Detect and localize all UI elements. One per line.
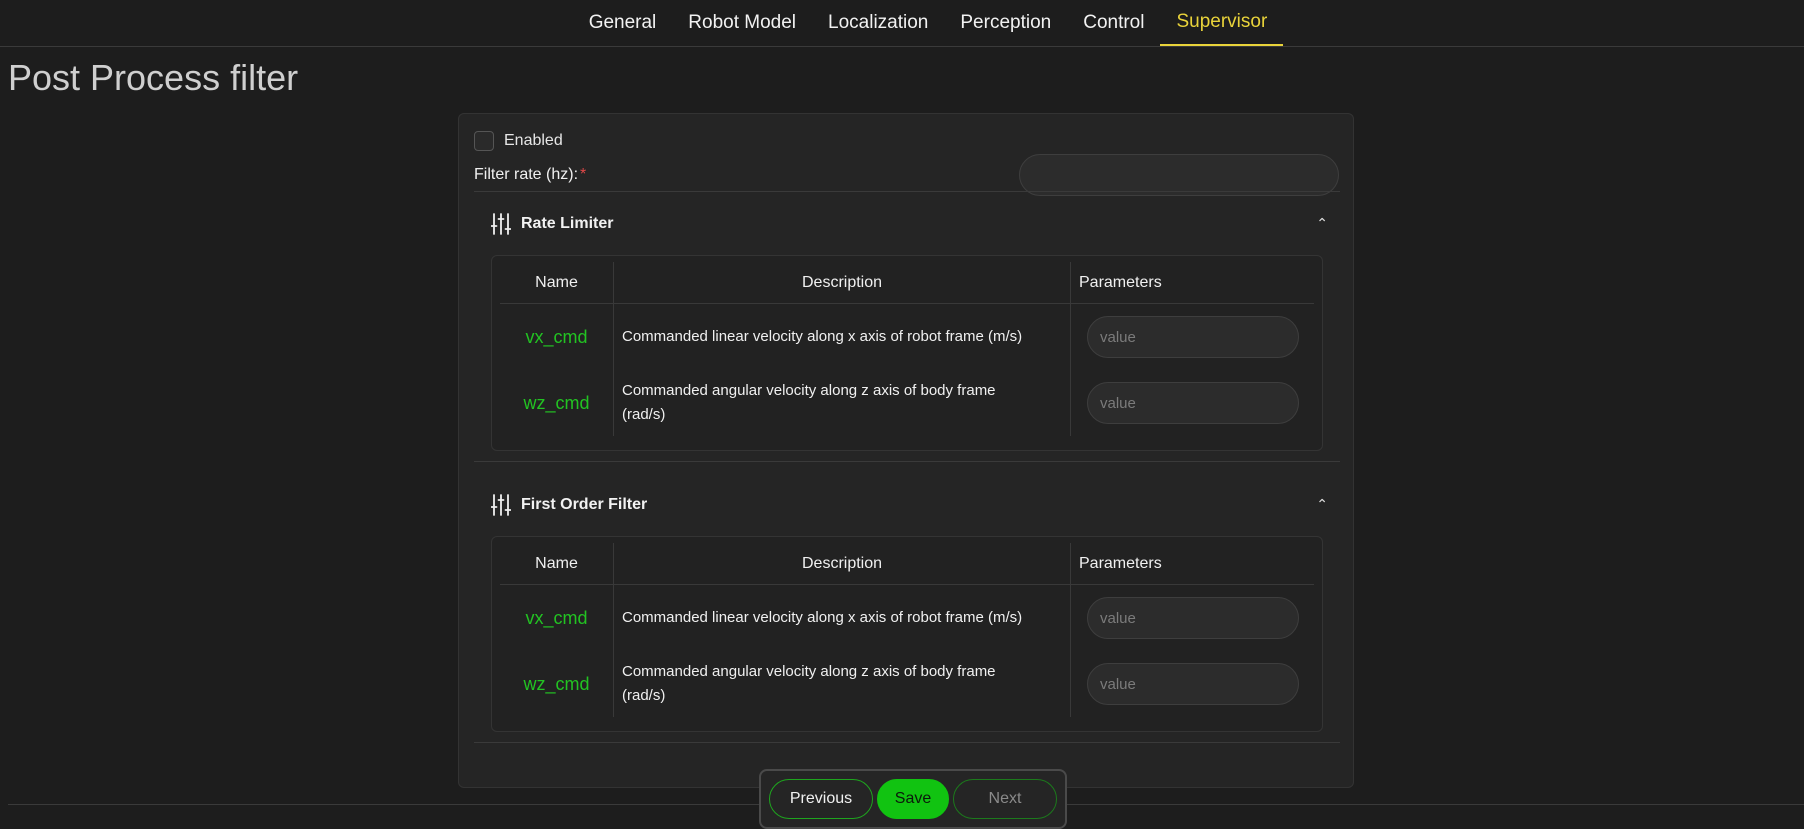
table-header-row: Name Description Parameters — [500, 543, 1314, 585]
next-button[interactable]: Next — [953, 779, 1057, 819]
filter-card: Enabled Filter rate (hz): * Rate Limiter … — [458, 113, 1354, 788]
column-header-description: Description — [614, 543, 1071, 584]
page-title: Post Process filter — [8, 57, 299, 98]
param-value-input[interactable] — [1087, 663, 1299, 705]
tab-robot-model[interactable]: Robot Model — [672, 0, 812, 46]
param-value-input[interactable] — [1087, 316, 1299, 358]
section-first-order-filter: First Order Filter ⌃ Name Description Pa… — [474, 473, 1340, 743]
section-rate-limiter: Rate Limiter ⌃ Name Description Paramete… — [474, 191, 1340, 462]
params-table: Name Description Parameters vx_cmd Comma… — [491, 536, 1323, 732]
table-header-row: Name Description Parameters — [500, 262, 1314, 304]
tab-perception[interactable]: Perception — [944, 0, 1067, 46]
tab-control[interactable]: Control — [1067, 0, 1160, 46]
param-description: Commanded angular velocity along z axis … — [614, 370, 1071, 436]
param-description: Commanded linear velocity along x axis o… — [614, 304, 1071, 370]
section-divider — [474, 742, 1340, 743]
chevron-up-icon[interactable]: ⌃ — [1316, 215, 1328, 232]
column-header-name: Name — [500, 543, 614, 584]
param-description: Commanded linear velocity along x axis o… — [614, 585, 1071, 651]
params-table: Name Description Parameters vx_cmd Comma… — [491, 255, 1323, 451]
table-row: wz_cmd Commanded angular velocity along … — [500, 370, 1314, 436]
sliders-icon — [491, 212, 511, 235]
param-name: vx_cmd — [500, 304, 614, 370]
tab-localization[interactable]: Localization — [812, 0, 944, 46]
table-row: vx_cmd Commanded linear velocity along x… — [500, 304, 1314, 370]
param-name: wz_cmd — [500, 651, 614, 717]
column-header-description: Description — [614, 262, 1071, 303]
param-value-input[interactable] — [1087, 597, 1299, 639]
filter-rate-input[interactable] — [1019, 154, 1339, 196]
save-button[interactable]: Save — [877, 779, 949, 819]
section-title: First Order Filter — [521, 495, 648, 513]
section-title: Rate Limiter — [521, 214, 614, 232]
filter-rate-label: Filter rate (hz): * — [474, 166, 586, 184]
enabled-checkbox-row[interactable]: Enabled — [474, 131, 563, 151]
param-cell — [1071, 304, 1314, 370]
column-header-name: Name — [500, 262, 614, 303]
previous-button[interactable]: Previous — [769, 779, 873, 819]
param-cell — [1071, 370, 1314, 436]
section-divider — [474, 461, 1340, 462]
tab-bar: General Robot Model Localization Percept… — [573, 0, 1284, 46]
param-cell — [1071, 651, 1314, 717]
column-header-parameters: Parameters — [1079, 554, 1162, 572]
section-header-first-order-filter[interactable]: First Order Filter ⌃ — [474, 473, 1340, 536]
required-marker: * — [580, 166, 587, 183]
chevron-up-icon[interactable]: ⌃ — [1316, 496, 1328, 513]
top-navigation: General Robot Model Localization Percept… — [0, 0, 1804, 47]
enabled-label: Enabled — [504, 132, 563, 149]
param-description: Commanded angular velocity along z axis … — [614, 651, 1071, 717]
section-header-rate-limiter[interactable]: Rate Limiter ⌃ — [474, 192, 1340, 255]
param-cell — [1071, 585, 1314, 651]
tab-general[interactable]: General — [573, 0, 673, 46]
filter-rate-label-text: Filter rate (hz): — [474, 166, 579, 183]
wizard-button-bar: Previous Save Next — [759, 769, 1067, 829]
tab-supervisor[interactable]: Supervisor — [1160, 0, 1284, 46]
param-value-input[interactable] — [1087, 382, 1299, 424]
enabled-checkbox[interactable] — [474, 131, 494, 151]
param-name: vx_cmd — [500, 585, 614, 651]
sliders-icon — [491, 493, 511, 516]
table-row: vx_cmd Commanded linear velocity along x… — [500, 585, 1314, 651]
table-row: wz_cmd Commanded angular velocity along … — [500, 651, 1314, 717]
param-name: wz_cmd — [500, 370, 614, 436]
column-header-parameters: Parameters — [1079, 273, 1162, 291]
